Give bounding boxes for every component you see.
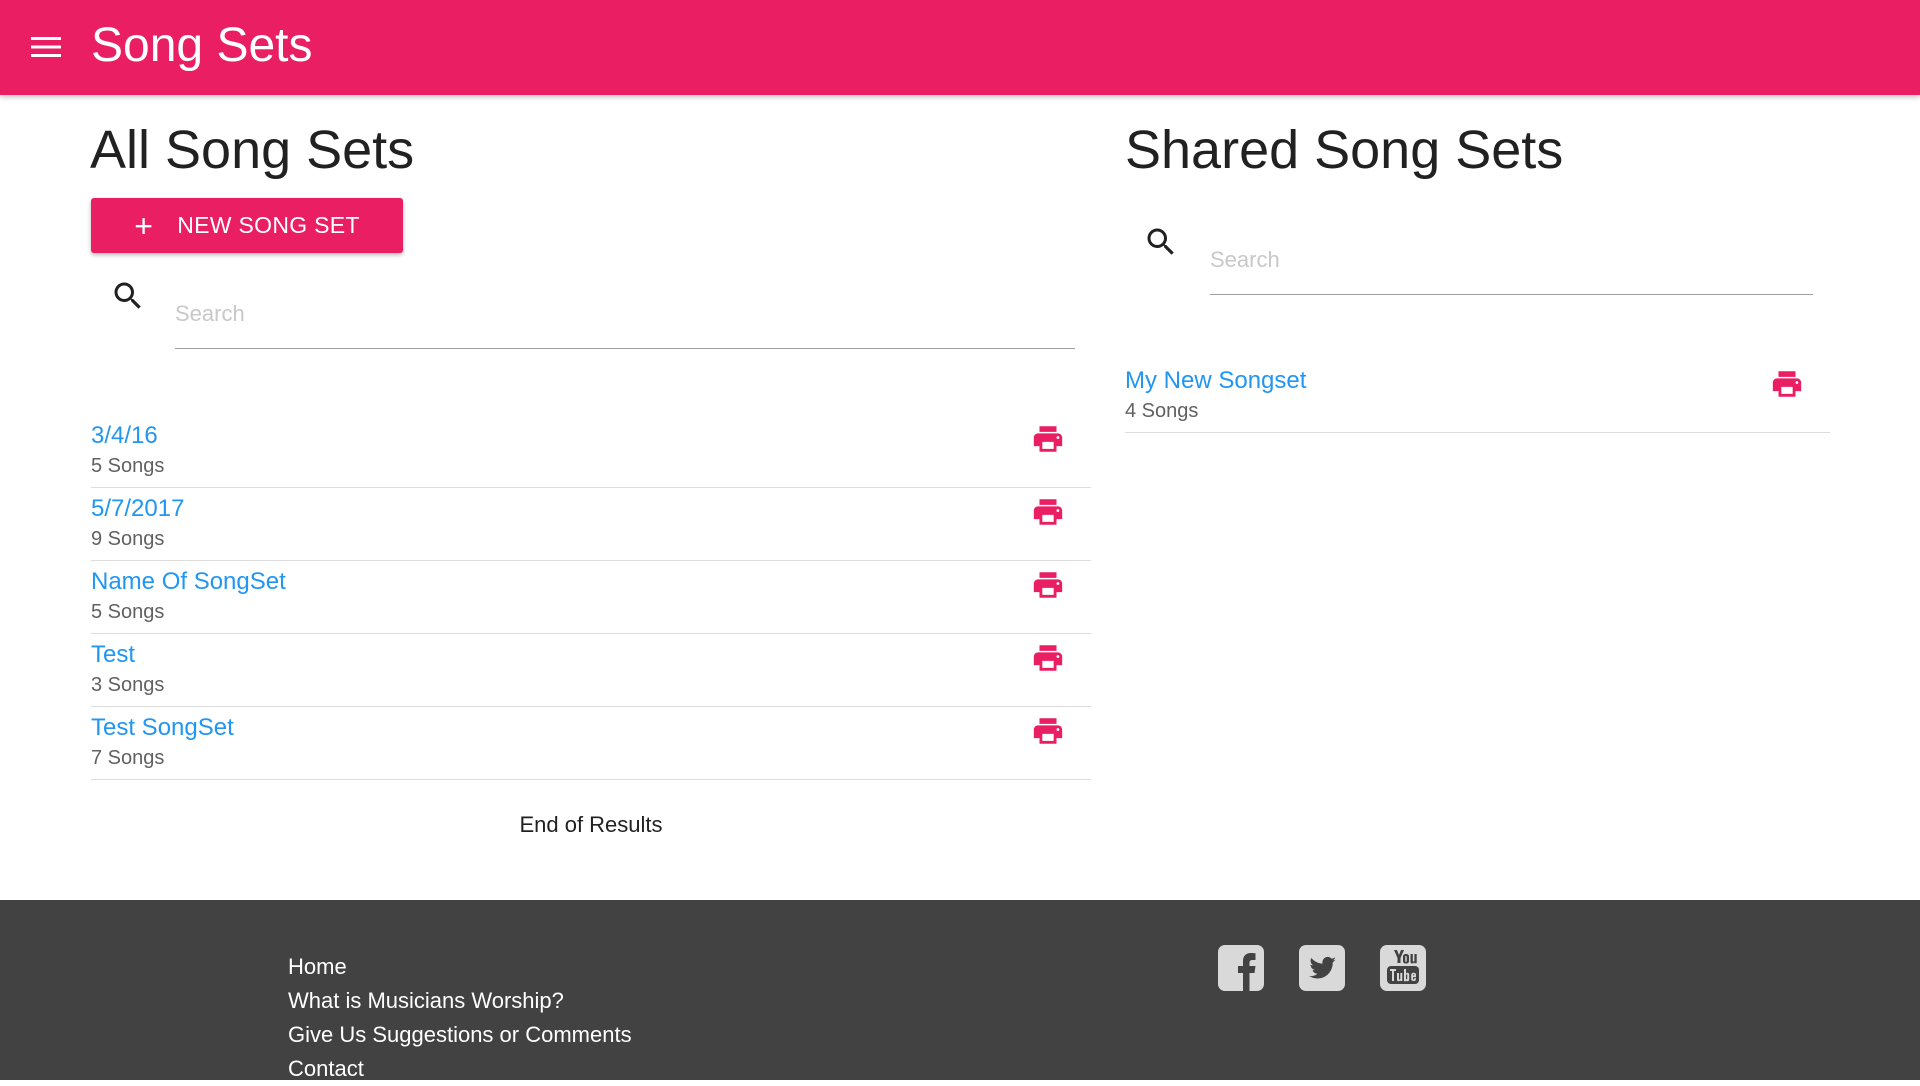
facebook-icon: [1218, 945, 1264, 991]
print-button[interactable]: [1028, 711, 1068, 751]
list-item: 5/7/2017 9 Songs: [91, 488, 1091, 561]
footer: Home What is Musicians Worship? Give Us …: [0, 900, 1920, 1081]
end-of-results: End of Results: [519, 812, 663, 837]
all-song-sets-search: [110, 278, 1075, 349]
footer-link-suggestions[interactable]: Give Us Suggestions or Comments: [288, 1018, 632, 1052]
youtube-link[interactable]: [1379, 944, 1427, 992]
song-count: 5 Songs: [91, 455, 165, 477]
shared-song-sets-list: My New Songset 4 Songs: [1125, 360, 1830, 433]
hamburger-menu-icon: [31, 37, 61, 57]
print-icon: [1033, 645, 1063, 671]
all-song-sets-title: All Song Sets: [90, 120, 415, 180]
list-item: 3/4/16 5 Songs: [91, 415, 1091, 488]
song-set-link[interactable]: Test: [91, 640, 135, 670]
print-icon: [1772, 371, 1802, 397]
new-song-set-label: NEW SONG SET: [177, 212, 360, 238]
search-icon: [1147, 228, 1174, 255]
song-set-link[interactable]: Name Of SongSet: [91, 567, 286, 597]
list-item: Test SongSet 7 Songs: [91, 707, 1091, 780]
print-icon: [1033, 499, 1063, 525]
print-button[interactable]: [1028, 419, 1068, 459]
list-item: Test 3 Songs: [91, 634, 1091, 707]
print-button[interactable]: [1028, 492, 1068, 532]
twitter-link[interactable]: [1298, 944, 1346, 992]
facebook-link[interactable]: [1217, 944, 1265, 992]
new-song-set-button[interactable]: + NEW SONG SET: [91, 198, 403, 253]
print-button[interactable]: [1028, 565, 1068, 605]
print-icon: [1033, 572, 1063, 598]
print-button[interactable]: [1028, 638, 1068, 678]
twitter-icon: [1299, 945, 1345, 991]
song-set-link[interactable]: 3/4/16: [91, 421, 158, 451]
app-bar: Song Sets: [0, 0, 1920, 95]
song-count: 5 Songs: [91, 601, 165, 623]
shared-song-sets-search-input[interactable]: [1210, 240, 1813, 295]
footer-link-home[interactable]: Home: [288, 950, 632, 984]
song-set-link[interactable]: My New Songset: [1125, 366, 1306, 396]
youtube-icon: [1380, 945, 1426, 991]
footer-links: Home What is Musicians Worship? Give Us …: [288, 950, 632, 1086]
all-song-sets-search-input[interactable]: [175, 294, 1075, 349]
song-count: 7 Songs: [91, 747, 165, 769]
print-button[interactable]: [1767, 364, 1807, 404]
print-icon: [1033, 426, 1063, 452]
song-count: 9 Songs: [91, 528, 165, 550]
song-count: 4 Songs: [1125, 400, 1199, 422]
footer-link-contact[interactable]: Contact: [288, 1052, 632, 1086]
song-count: 3 Songs: [91, 674, 165, 696]
print-icon: [1033, 718, 1063, 744]
song-set-link[interactable]: Test SongSet: [91, 713, 234, 743]
shared-song-sets-title: Shared Song Sets: [1125, 120, 1564, 180]
app-title: Song Sets: [91, 19, 313, 72]
menu-button[interactable]: [24, 25, 68, 69]
footer-link-about[interactable]: What is Musicians Worship?: [288, 984, 632, 1018]
search-icon: [114, 282, 141, 309]
list-item: My New Songset 4 Songs: [1125, 360, 1830, 433]
all-song-sets-list: 3/4/16 5 Songs 5/7/2017 9 Songs Name Of …: [91, 415, 1091, 780]
plus-icon: +: [134, 207, 154, 244]
song-set-link[interactable]: 5/7/2017: [91, 494, 184, 524]
list-item: Name Of SongSet 5 Songs: [91, 561, 1091, 634]
shared-song-sets-search: [1143, 224, 1813, 295]
